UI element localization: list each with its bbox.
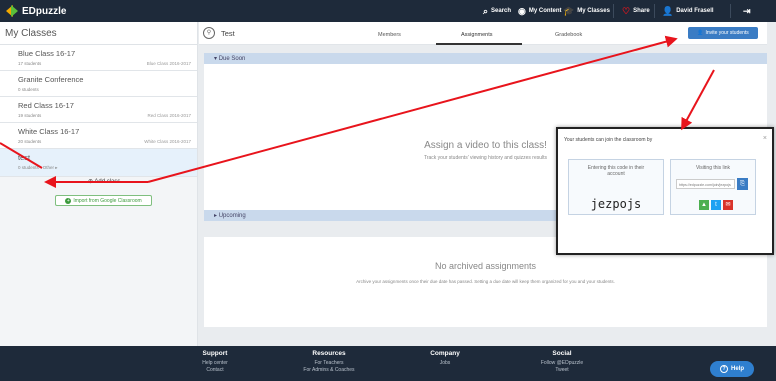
annotation-arrow-to-popup — [681, 69, 715, 131]
annotation-arrow-to-invite — [147, 35, 678, 183]
annotation-arrow-from-left — [0, 142, 43, 169]
annotation-arrows — [0, 35, 715, 188]
